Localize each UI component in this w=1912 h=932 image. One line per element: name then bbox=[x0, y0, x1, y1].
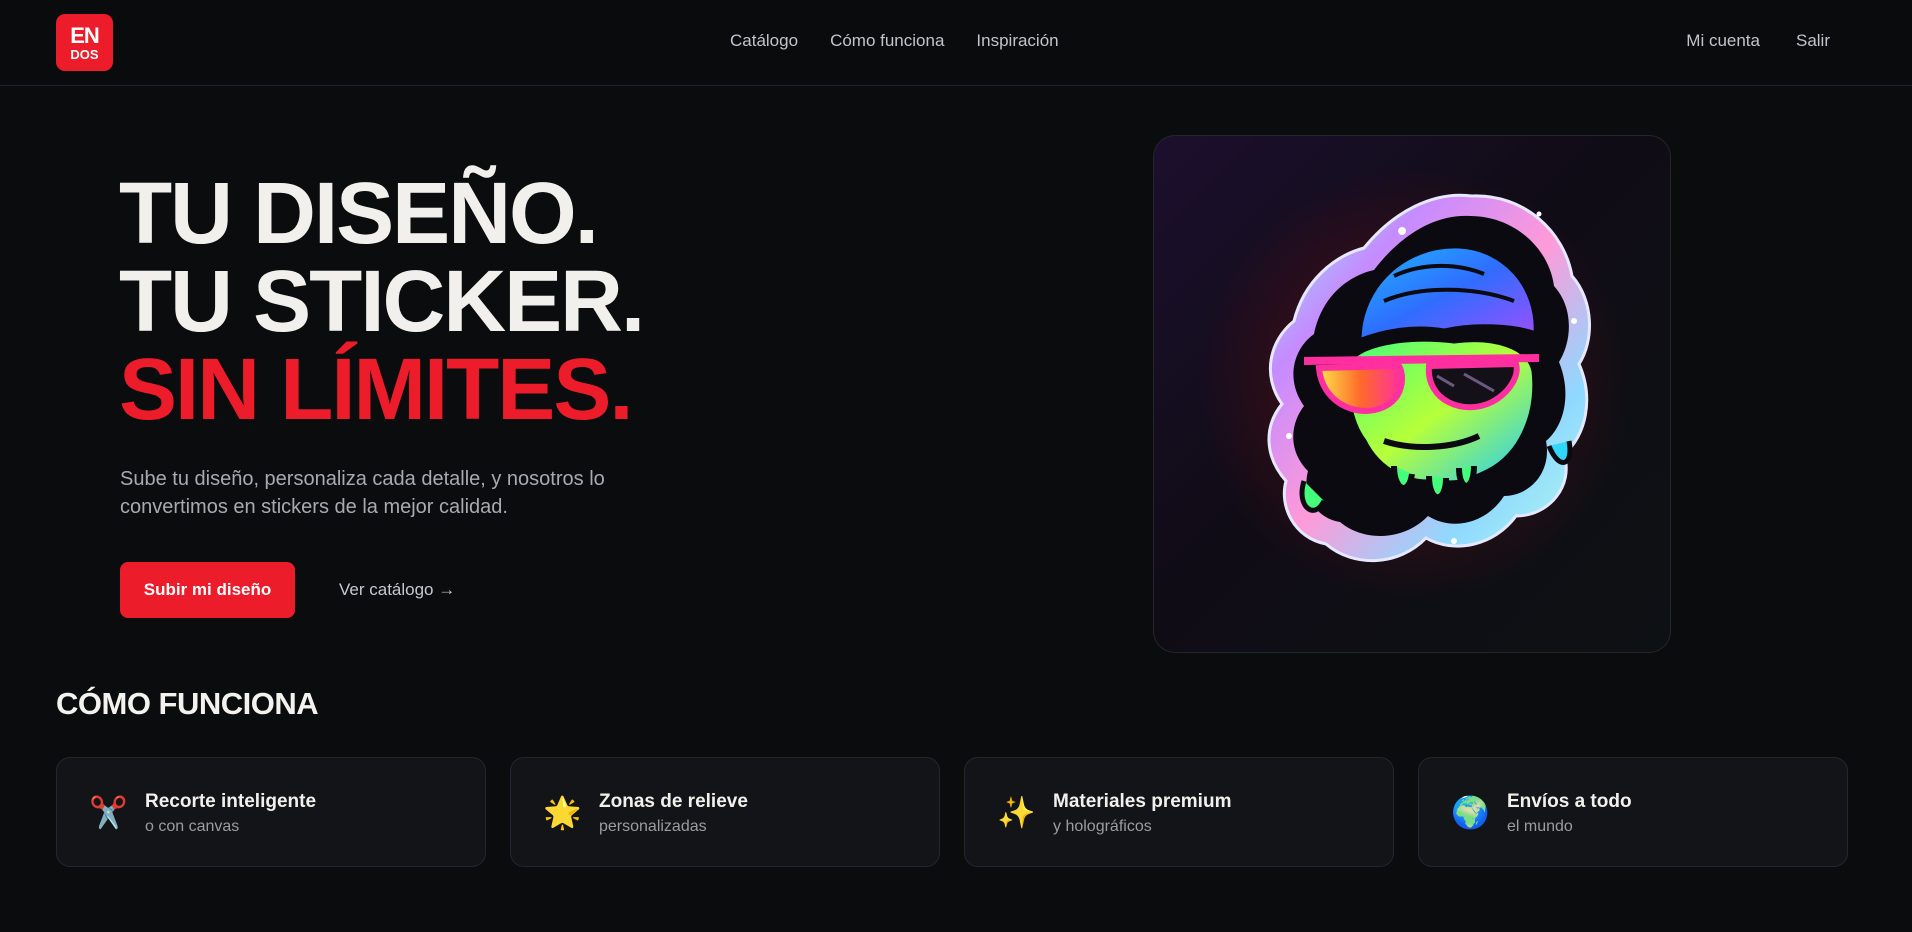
account-nav: Mi cuenta Salir bbox=[1686, 31, 1830, 51]
hero-headline: TU DISEÑO. TU STICKER. SIN LÍMITES. bbox=[119, 165, 645, 438]
sparkles-icon: ✨ bbox=[997, 795, 1036, 830]
feature-card-relief-zones: 🌟 Zonas de relieve personalizadas bbox=[510, 757, 940, 867]
feature-title: Envíos a todo bbox=[1507, 791, 1632, 812]
nav-link-catalogo[interactable]: Catálogo bbox=[730, 31, 798, 51]
logo-text-top: EN bbox=[70, 22, 100, 48]
hero-line-3: SIN LÍMITES. bbox=[119, 341, 634, 438]
my-account-link[interactable]: Mi cuenta bbox=[1686, 31, 1760, 51]
nav-link-como-funciona[interactable]: Cómo funciona bbox=[830, 31, 944, 51]
logout-link[interactable]: Salir bbox=[1796, 31, 1830, 51]
feature-card-premium-materials: ✨ Materiales premium y holográficos bbox=[964, 757, 1394, 867]
features-row: ✂️ Recorte inteligente o con canvas 🌟 Zo… bbox=[56, 757, 1848, 867]
main-nav: Catálogo Cómo funciona Inspiración bbox=[730, 31, 1059, 51]
feature-title: Zonas de relieve bbox=[599, 791, 748, 812]
hero-line-1: TU DISEÑO. bbox=[119, 165, 599, 262]
feature-subtitle: o con canvas bbox=[145, 818, 240, 835]
hero-line-2: TU STICKER. bbox=[119, 253, 645, 350]
star-icon: 🌟 bbox=[543, 795, 582, 830]
holographic-sticker-illustration bbox=[1267, 193, 1591, 563]
feature-title: Recorte inteligente bbox=[145, 791, 317, 812]
sticker-preview-card bbox=[1153, 135, 1671, 653]
brand-logo[interactable]: EN DOS bbox=[56, 14, 113, 71]
feature-subtitle: y holográficos bbox=[1053, 818, 1152, 835]
feature-card-smart-cut: ✂️ Recorte inteligente o con canvas bbox=[56, 757, 486, 867]
upload-design-button[interactable]: Subir mi diseño bbox=[120, 562, 295, 618]
globe-icon: 🌍 bbox=[1451, 795, 1490, 830]
feature-subtitle: el mundo bbox=[1507, 818, 1573, 835]
top-navbar: EN DOS Catálogo Cómo funciona Inspiració… bbox=[0, 0, 1912, 86]
feature-subtitle: personalizadas bbox=[599, 818, 707, 835]
nav-link-inspiracion[interactable]: Inspiración bbox=[976, 31, 1058, 51]
feature-title: Materiales premium bbox=[1053, 791, 1232, 812]
scissors-icon: ✂️ bbox=[89, 795, 128, 830]
hero-subtitle: Sube tu diseño, personaliza cada detalle… bbox=[120, 468, 605, 518]
view-catalog-link[interactable]: Ver catálogo → bbox=[339, 580, 455, 600]
how-it-works-title: CÓMO FUNCIONA bbox=[56, 686, 319, 721]
logo-text-bottom: DOS bbox=[70, 46, 99, 62]
feature-card-worldwide-shipping: 🌍 Envíos a todo el mundo bbox=[1418, 757, 1848, 867]
